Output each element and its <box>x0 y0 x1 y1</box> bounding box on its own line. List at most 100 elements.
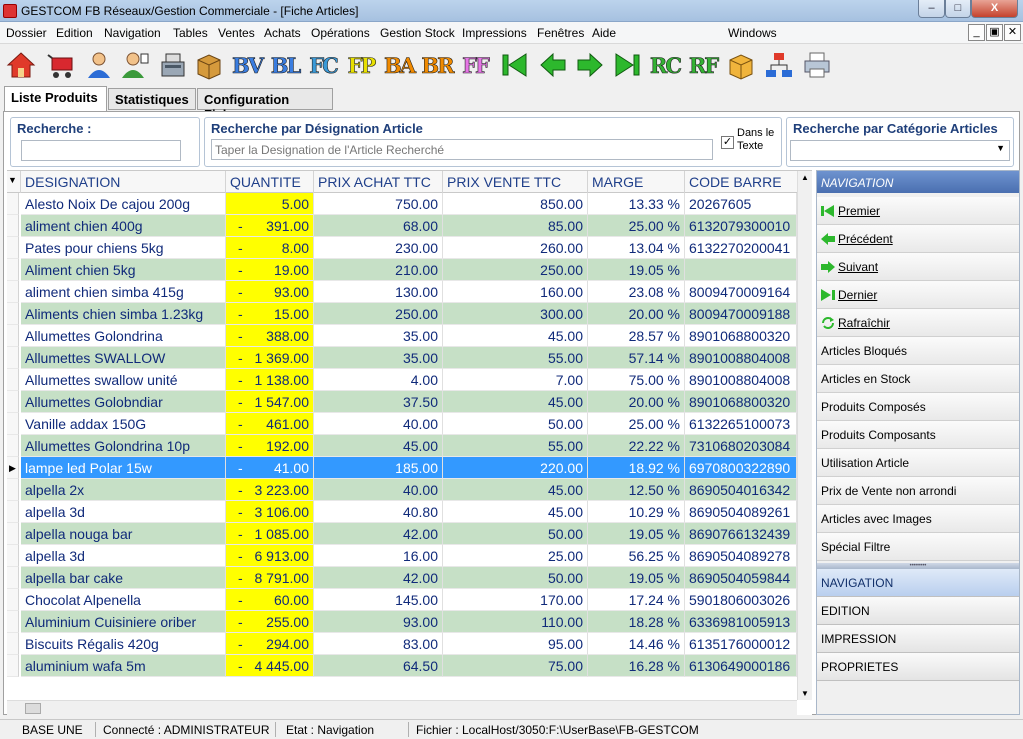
section-proprietes[interactable]: PROPRIETES <box>817 653 1019 681</box>
cell-designation[interactable]: Biscuits Régalis 420g <box>21 633 226 655</box>
section-edition[interactable]: EDITION <box>817 597 1019 625</box>
cell-code-barre[interactable]: 8690504059844 <box>685 567 797 589</box>
cell-quantite[interactable]: - 41.00 <box>226 457 314 479</box>
header-marge[interactable]: MARGE <box>588 171 685 193</box>
filter-articles-avec-images[interactable]: Articles avec Images <box>817 505 1019 533</box>
cell-designation[interactable]: Pates pour chiens 5kg <box>21 237 226 259</box>
bl-button[interactable]: BL <box>268 48 302 82</box>
cell-prix-vente[interactable]: 55.00 <box>443 435 588 457</box>
cell-quantite[interactable]: - 391.00 <box>226 215 314 237</box>
row-indicator[interactable] <box>7 259 19 281</box>
cell-marge[interactable]: 75.00 % <box>588 369 685 391</box>
filter-produits-composes[interactable]: Produits Composés <box>817 393 1019 421</box>
maximize-button[interactable]: □ <box>945 0 971 18</box>
filter-articles-bloques[interactable]: Articles Bloqués <box>817 337 1019 365</box>
table-row[interactable]: Allumettes Golondrina - 388.00 35.00 45.00 28… <box>7 325 797 347</box>
cell-marge[interactable]: 20.00 % <box>588 303 685 325</box>
sort-indicator-icon[interactable]: ▼ <box>7 171 21 193</box>
cell-prix-vente[interactable]: 45.00 <box>443 325 588 347</box>
cell-marge[interactable]: 18.28 % <box>588 611 685 633</box>
cell-quantite[interactable]: - 192.00 <box>226 435 314 457</box>
header-prix-vente[interactable]: PRIX VENTE TTC <box>443 171 588 193</box>
cell-code-barre[interactable]: 8901008804008 <box>685 369 797 391</box>
table-row[interactable]: Allumettes Golondrina 10p - 192.00 45.00 55.… <box>7 435 797 457</box>
nav-dernier[interactable]: Dernier <box>817 281 1019 309</box>
menu-ventes[interactable]: Ventes <box>218 26 255 40</box>
cell-marge[interactable]: 25.00 % <box>588 413 685 435</box>
tab-liste-produits[interactable]: Liste Produits <box>4 86 107 112</box>
table-row[interactable]: Allumettes swallow unité -1 138.00 4.00 7.0… <box>7 369 797 391</box>
ff-button[interactable]: FF <box>458 48 492 82</box>
cell-prix-vente[interactable]: 260.00 <box>443 237 588 259</box>
cell-code-barre[interactable]: 7310680203084 <box>685 435 797 457</box>
minimize-button[interactable]: – <box>918 0 945 18</box>
cell-prix-vente[interactable]: 170.00 <box>443 589 588 611</box>
cell-marge[interactable]: 10.29 % <box>588 501 685 523</box>
cell-quantite[interactable]: -3 223.00 <box>226 479 314 501</box>
cell-quantite[interactable]: - 15.00 <box>226 303 314 325</box>
row-indicator[interactable] <box>7 303 19 325</box>
cell-quantite[interactable]: -4 445.00 <box>226 655 314 677</box>
cell-prix-achat[interactable]: 230.00 <box>314 237 443 259</box>
cell-prix-achat[interactable]: 42.00 <box>314 567 443 589</box>
cell-prix-achat[interactable]: 750.00 <box>314 193 443 215</box>
cell-prix-vente[interactable]: 50.00 <box>443 413 588 435</box>
cell-marge[interactable]: 20.00 % <box>588 391 685 413</box>
menu-gestion-stock[interactable]: Gestion Stock <box>380 26 455 40</box>
mdi-restore-button[interactable]: ▣ <box>986 24 1003 41</box>
table-row[interactable]: alpella 3d -6 913.00 16.00 25.00 56.25 % 8690… <box>7 545 797 567</box>
table-row[interactable]: Vanille addax 150G - 461.00 40.00 50.00 25.00… <box>7 413 797 435</box>
filter-special-filtre[interactable]: Spécial Filtre <box>817 533 1019 561</box>
row-indicator[interactable] <box>7 589 19 611</box>
cell-marge[interactable]: 13.04 % <box>588 237 685 259</box>
scroll-down-icon[interactable]: ▼ <box>801 689 809 698</box>
cell-quantite[interactable]: -1 085.00 <box>226 523 314 545</box>
cell-prix-achat[interactable]: 145.00 <box>314 589 443 611</box>
customer-icon[interactable] <box>82 48 116 82</box>
row-indicator[interactable] <box>7 193 19 215</box>
dans-le-texte-checkbox[interactable]: ✓ <box>721 136 734 149</box>
cell-prix-vente[interactable]: 95.00 <box>443 633 588 655</box>
cell-prix-achat[interactable]: 83.00 <box>314 633 443 655</box>
fc-button[interactable]: FC <box>306 48 340 82</box>
cell-marge[interactable]: 22.22 % <box>588 435 685 457</box>
cell-designation[interactable]: Vanille addax 150G <box>21 413 226 435</box>
section-impression[interactable]: IMPRESSION <box>817 625 1019 653</box>
mdi-close-button[interactable]: ✕ <box>1004 24 1021 41</box>
table-row[interactable]: Allumettes Golobndiar -1 547.00 37.50 45.00… <box>7 391 797 413</box>
cell-prix-vente[interactable]: 45.00 <box>443 501 588 523</box>
ba-button[interactable]: BA <box>382 48 417 82</box>
cell-designation[interactable]: Allumettes SWALLOW <box>21 347 226 369</box>
cell-marge[interactable]: 25.00 % <box>588 215 685 237</box>
cell-prix-vente[interactable]: 250.00 <box>443 259 588 281</box>
filter-utilisation-article[interactable]: Utilisation Article <box>817 449 1019 477</box>
header-prix-achat[interactable]: PRIX ACHAT TTC <box>314 171 443 193</box>
nav-premier[interactable]: Premier <box>817 197 1019 225</box>
cell-prix-achat[interactable]: 185.00 <box>314 457 443 479</box>
table-row[interactable]: aliment chien simba 415g - 93.00 130.00 160.… <box>7 281 797 303</box>
row-indicator[interactable] <box>7 523 19 545</box>
cell-prix-achat[interactable]: 4.00 <box>314 369 443 391</box>
nav-rafraichir[interactable]: Rafraîchir <box>817 309 1019 337</box>
current-row-indicator-icon[interactable]: ▶ <box>7 457 19 479</box>
row-indicator[interactable] <box>7 215 19 237</box>
cell-quantite[interactable]: -1 369.00 <box>226 347 314 369</box>
nav-suivant[interactable]: Suivant <box>817 253 1019 281</box>
cell-code-barre[interactable]: 8690766132439 <box>685 523 797 545</box>
cell-designation[interactable]: aluminium wafa 5m <box>21 655 226 677</box>
cell-designation[interactable]: aliment chien simba 415g <box>21 281 226 303</box>
row-indicator[interactable] <box>7 655 19 677</box>
cart-icon[interactable] <box>44 48 78 82</box>
first-record-icon[interactable] <box>498 48 532 82</box>
cell-prix-achat[interactable]: 40.00 <box>314 479 443 501</box>
row-indicator[interactable] <box>7 435 19 457</box>
cell-prix-achat[interactable]: 37.50 <box>314 391 443 413</box>
cell-designation[interactable]: Aliments chien simba 1.23kg <box>21 303 226 325</box>
row-indicator[interactable] <box>7 369 19 391</box>
table-row[interactable]: Pates pour chiens 5kg - 8.00 230.00 260.00 13… <box>7 237 797 259</box>
cell-code-barre[interactable]: 8901008804008 <box>685 347 797 369</box>
cell-prix-achat[interactable]: 40.80 <box>314 501 443 523</box>
menu-edition[interactable]: Edition <box>56 26 93 40</box>
row-indicator[interactable] <box>7 501 19 523</box>
table-row[interactable]: alpella 3d -3 106.00 40.80 45.00 10.29 % 8690… <box>7 501 797 523</box>
